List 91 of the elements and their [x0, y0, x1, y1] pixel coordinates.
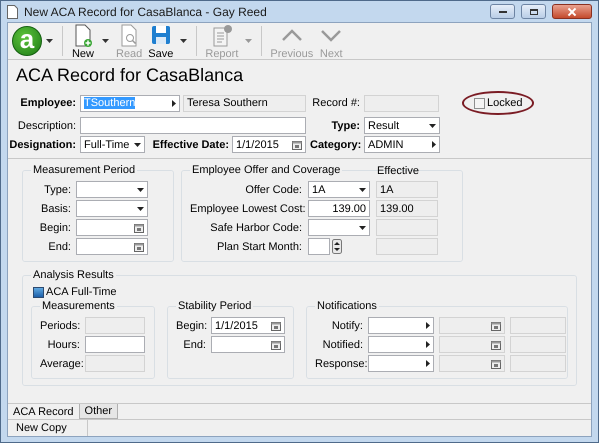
column-header: Effective: [377, 165, 419, 177]
field-label: Begin:: [176, 320, 206, 332]
readonly-field: [376, 238, 438, 255]
checkbox[interactable]: ACA Full-Time: [33, 286, 116, 298]
text-field[interactable]: [85, 336, 145, 353]
spin-buttons-icon[interactable]: [332, 239, 342, 254]
group-title: Notifications: [316, 300, 378, 312]
caret-icon: [137, 206, 144, 210]
readonly-field: [510, 336, 566, 353]
field-label: Description:: [16, 120, 76, 132]
save-icon: [152, 26, 170, 44]
caret-icon: [426, 322, 430, 329]
caret-icon: [429, 124, 436, 128]
date-field[interactable]: [76, 219, 148, 236]
toolbar-button[interactable]: New: [68, 22, 98, 60]
readonly-field: [85, 355, 145, 372]
readonly-field: [85, 317, 145, 334]
dropdown[interactable]: Result: [364, 117, 440, 134]
group-title: Measurement Period: [32, 164, 136, 176]
field-label: Designation:: [8, 138, 76, 150]
calendar-icon: [491, 340, 501, 350]
caret-icon: [432, 141, 436, 148]
tab[interactable]: Other: [78, 404, 118, 419]
field-label: Employee Lowest Cost:: [190, 202, 302, 214]
readonly-field: [510, 317, 566, 334]
window-title: New ACA Record for CasaBlanca - Gay Reed: [24, 4, 268, 18]
lookup-field[interactable]: [368, 336, 434, 353]
field-label: Record #:: [311, 97, 360, 109]
new-document-icon: [76, 24, 92, 46]
report-icon: [213, 24, 232, 46]
page-heading: ACA Record for CasaBlanca: [16, 65, 244, 86]
spin-field[interactable]: [308, 238, 330, 255]
field-label: Effective Date:: [152, 138, 229, 150]
document-search-icon: [122, 24, 137, 46]
field-label: Offer Code:: [244, 184, 302, 196]
lookup-field[interactable]: [368, 355, 434, 372]
calendar-icon: [491, 320, 501, 330]
field-label: Begin:: [38, 222, 71, 234]
group-title: Measurements: [41, 300, 116, 312]
calendar-icon: [134, 222, 144, 232]
minimize-button[interactable]: [490, 4, 515, 19]
caret-icon: [426, 341, 430, 348]
calendar-icon: [292, 140, 302, 150]
maximize-button[interactable]: [521, 4, 546, 19]
date-field[interactable]: [211, 336, 285, 353]
field-label: Plan Start Month:: [216, 240, 302, 252]
readonly-field: Teresa Southern: [183, 94, 306, 112]
text-field[interactable]: [80, 117, 306, 134]
close-button[interactable]: [552, 4, 592, 19]
date-field[interactable]: [76, 238, 148, 255]
calendar-icon: [271, 340, 281, 350]
field-label: End:: [47, 240, 71, 252]
field-label: Notified:: [322, 338, 363, 350]
chevron-up-icon: [282, 28, 302, 40]
dropdown[interactable]: 1A: [308, 181, 370, 198]
caret-icon: [359, 188, 366, 192]
document-icon: [7, 4, 18, 18]
group-title: Employee Offer and Coverage: [191, 164, 342, 176]
caret-icon: [359, 226, 366, 230]
toolbar-button[interactable]: Save: [145, 22, 176, 60]
calendar-icon: [271, 320, 281, 330]
field-label: End:: [182, 338, 206, 350]
chevron-down-icon: [321, 30, 342, 42]
field-label: Notify:: [330, 320, 363, 332]
readonly-field: [510, 355, 566, 372]
readonly-field: [376, 219, 438, 236]
number-field[interactable]: 139.00: [308, 200, 370, 217]
readonly-field: 139.00: [376, 200, 438, 217]
caret-icon: [426, 360, 430, 367]
dropdown[interactable]: Full-Time: [80, 136, 145, 153]
lookup-field[interactable]: ADMIN: [364, 136, 440, 153]
lookup-field[interactable]: [368, 317, 434, 334]
group-title: Analysis Results: [32, 269, 115, 281]
field-label: Employee:: [19, 97, 76, 109]
field-label: Basis:: [40, 202, 71, 214]
group-title: Stability Period: [177, 300, 252, 312]
readonly-field: 1A: [376, 181, 438, 198]
field-label: Type:: [330, 120, 360, 132]
caret-icon: [137, 188, 144, 192]
date-field[interactable]: 1/1/2015: [211, 317, 285, 334]
field-label: Hours:: [46, 338, 80, 350]
field-label: Category:: [310, 138, 360, 150]
field-label: Periods:: [40, 320, 80, 332]
calendar-icon: [491, 358, 501, 368]
field-label: Safe Harbor Code:: [209, 222, 302, 234]
field-label: Type:: [43, 184, 71, 196]
checkbox[interactable]: Locked: [474, 97, 522, 109]
caret-icon: [134, 142, 141, 146]
caret-icon: [172, 100, 176, 106]
calendar-icon: [134, 242, 144, 252]
date-field[interactable]: 1/1/2015: [232, 136, 306, 153]
